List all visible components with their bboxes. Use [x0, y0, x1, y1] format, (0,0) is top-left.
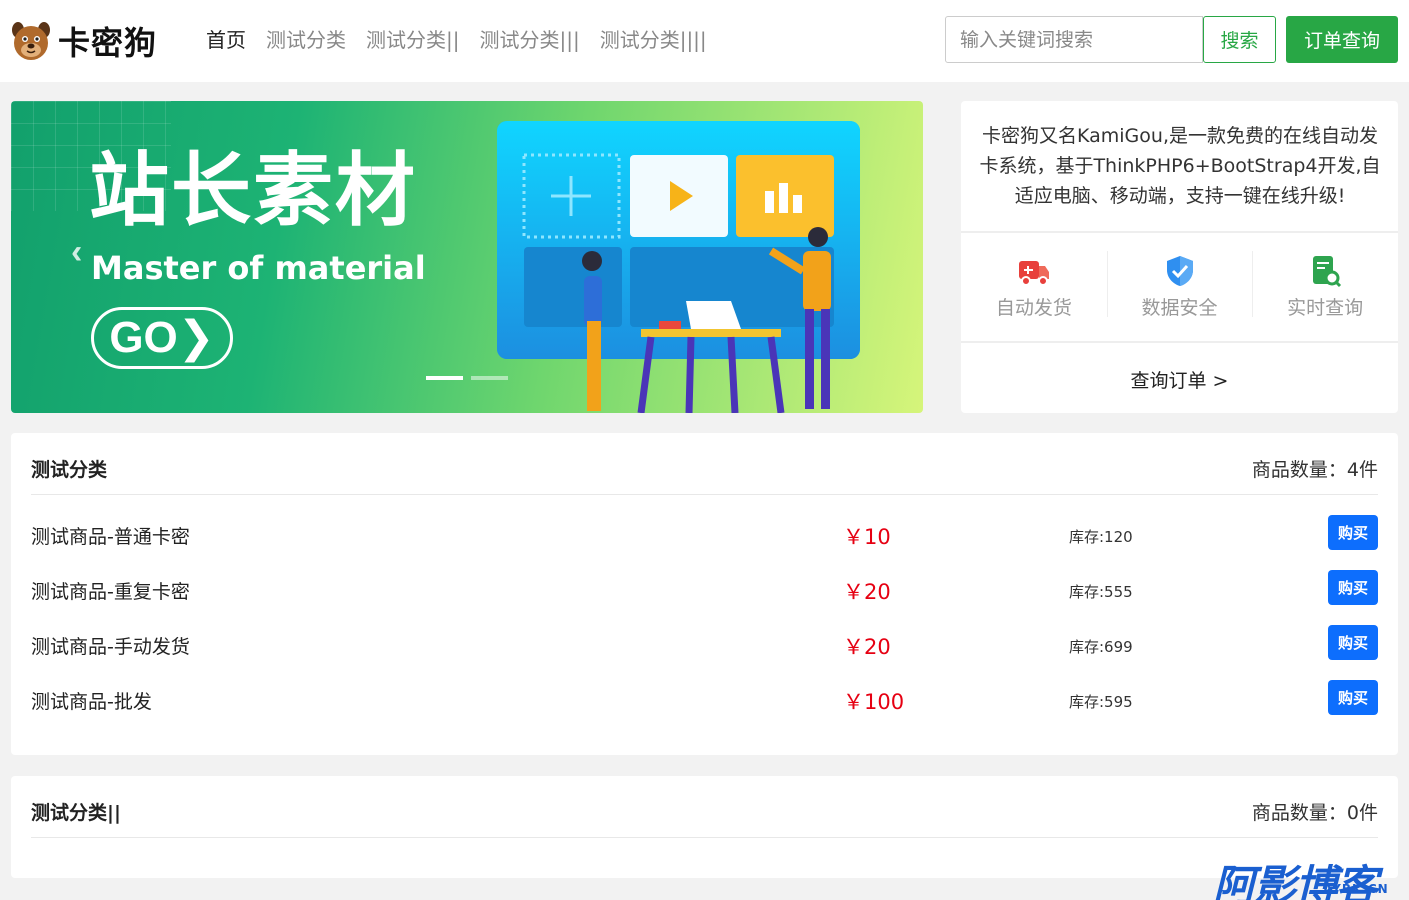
nav-category-1[interactable]: 测试分类 — [266, 26, 346, 54]
truck-icon — [1018, 261, 1049, 286]
product-name[interactable]: 测试商品-重复卡密 — [31, 577, 190, 604]
product-name[interactable]: 测试商品-普通卡密 — [31, 522, 190, 549]
shield-icon — [1166, 256, 1193, 286]
product-row: 测试商品-手动发货 ￥20 库存:699 购买 — [31, 620, 1378, 675]
category-panel: 测试分类 商品数量：4件 测试商品-普通卡密 ￥10 库存:120 购买 测试商… — [11, 433, 1398, 755]
feature-label: 自动发货 — [995, 297, 1072, 319]
category-panel: 测试分类|| 商品数量：0件 — [11, 776, 1398, 878]
feature-list: 自动发货 数据安全 实时查询 — [961, 249, 1398, 329]
intro-card: 卡密狗又名KamiGou,是一款免费的在线自动发卡系统，基于ThinkPHP6+… — [961, 101, 1398, 413]
watermark-logo: 阿影博客 AYBK.CN — [1213, 852, 1388, 900]
search-input[interactable] — [945, 16, 1203, 63]
divider — [961, 341, 1398, 343]
banner-title: 站长素材 — [89, 144, 417, 237]
site-logo[interactable]: 卡密狗 — [10, 18, 157, 64]
watermark-sub: AYBK.CN — [1323, 882, 1389, 896]
category-header: 测试分类|| 商品数量：0件 — [31, 776, 1378, 838]
banner-carousel[interactable]: 站长素材 Master of material GO❯ ‹ › — [11, 101, 923, 413]
product-stock: 库存:699 — [1069, 638, 1133, 656]
product-row: 测试商品-普通卡密 ￥10 库存:120 购买 — [31, 510, 1378, 565]
carousel-dot-1[interactable] — [426, 376, 463, 380]
product-stock: 库存:120 — [1069, 528, 1133, 546]
product-price: ￥100 — [843, 690, 905, 714]
feature-data-security: 数据安全 — [1106, 249, 1253, 329]
banner-go-button[interactable]: GO❯ — [91, 307, 233, 369]
search-doc-icon — [1313, 256, 1342, 288]
banner-subtitle: Master of material — [91, 249, 426, 287]
order-query-button[interactable]: 订单查询 — [1286, 16, 1398, 63]
buy-button[interactable]: 购买 — [1328, 680, 1378, 715]
top-header: 卡密狗 首页 测试分类 测试分类|| 测试分类||| 测试分类|||| 搜索 订… — [0, 0, 1409, 82]
carousel-prev-arrow[interactable]: ‹ — [71, 233, 82, 272]
carousel-dot-2[interactable] — [471, 376, 508, 380]
buy-button[interactable]: 购买 — [1328, 515, 1378, 550]
product-stock: 库存:595 — [1069, 693, 1133, 711]
search-button[interactable]: 搜索 — [1203, 16, 1276, 63]
nav-category-3[interactable]: 测试分类||| — [479, 26, 579, 54]
nav-category-2[interactable]: 测试分类|| — [366, 26, 459, 54]
product-count: 商品数量：4件 — [1251, 459, 1378, 481]
divider — [961, 231, 1398, 233]
feature-auto-delivery: 自动发货 — [961, 249, 1107, 329]
carousel-indicators — [426, 376, 516, 380]
category-title: 测试分类|| — [31, 802, 121, 824]
query-order-link[interactable]: 查询订单 > — [961, 366, 1398, 393]
nav-home[interactable]: 首页 — [206, 26, 246, 54]
product-name[interactable]: 测试商品-批发 — [31, 687, 152, 714]
buy-button[interactable]: 购买 — [1328, 625, 1378, 660]
product-price: ￥10 — [843, 525, 891, 549]
buy-button[interactable]: 购买 — [1328, 570, 1378, 605]
category-header: 测试分类 商品数量：4件 — [31, 433, 1378, 495]
feature-realtime-query: 实时查询 — [1252, 249, 1398, 329]
product-price: ￥20 — [843, 580, 891, 604]
product-name[interactable]: 测试商品-手动发货 — [31, 632, 190, 659]
product-stock: 库存:555 — [1069, 583, 1133, 601]
product-count: 商品数量：0件 — [1251, 802, 1378, 824]
feature-label: 数据安全 — [1141, 297, 1218, 319]
logo-text: 卡密狗 — [58, 24, 158, 62]
product-price: ￥20 — [843, 635, 891, 659]
dog-logo-icon — [12, 22, 50, 60]
nav-category-4[interactable]: 测试分类|||| — [600, 26, 707, 54]
product-row: 测试商品-批发 ￥100 库存:595 购买 — [31, 675, 1378, 730]
main-nav: 首页 测试分类 测试分类|| 测试分类||| 测试分类|||| — [206, 26, 727, 54]
category-title: 测试分类 — [31, 459, 108, 481]
banner-illustration — [497, 121, 860, 413]
product-row: 测试商品-重复卡密 ￥20 库存:555 购买 — [31, 565, 1378, 620]
feature-label: 实时查询 — [1287, 297, 1364, 319]
intro-description: 卡密狗又名KamiGou,是一款免费的在线自动发卡系统，基于ThinkPHP6+… — [979, 125, 1381, 207]
